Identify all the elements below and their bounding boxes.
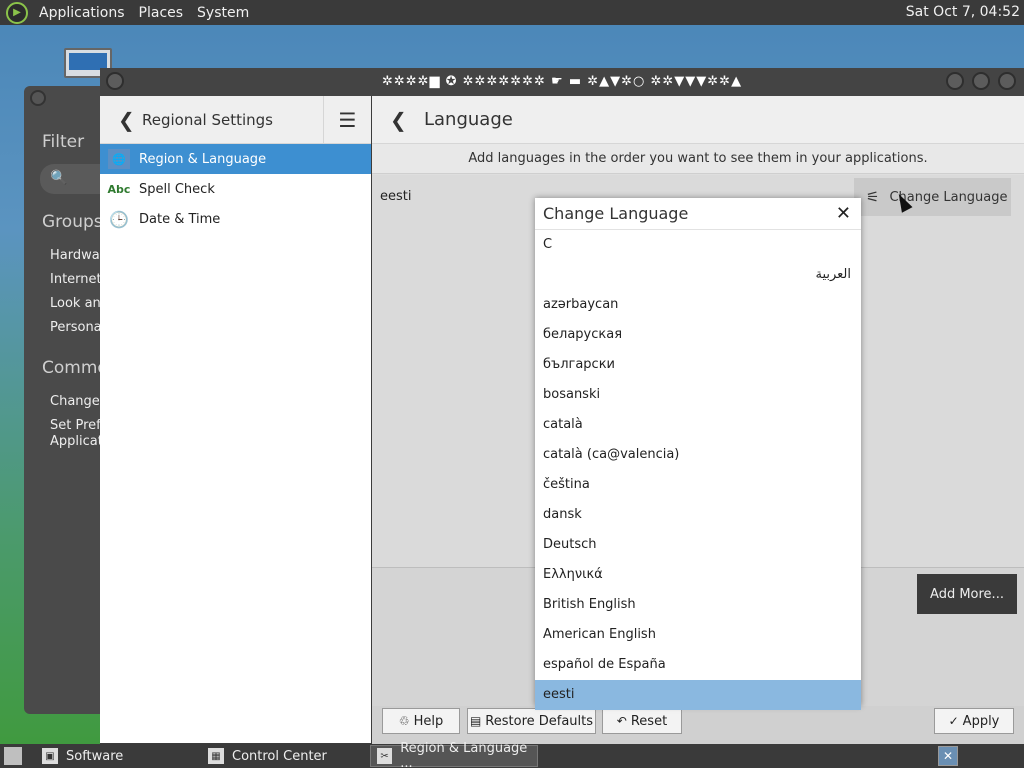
tray-tools-icon[interactable]: ✕ <box>938 746 958 766</box>
sidebar-item-region-language[interactable]: 🌐 Region & Language <box>100 144 371 174</box>
close-button[interactable] <box>998 72 1016 90</box>
task-software[interactable]: ▣ Software <box>36 745 196 767</box>
top-panel: ▶ Applications Places System Sat Oct 7, … <box>0 0 1024 25</box>
language-option[interactable]: català (ca@valencia) <box>535 440 861 470</box>
language-list: C العربية azərbaycan беларуская български bos… <box>535 230 861 710</box>
language-option[interactable]: eesti <box>535 680 861 710</box>
language-option[interactable]: American English <box>535 620 861 650</box>
sidebar-item-label: Region & Language <box>139 151 267 167</box>
check-icon: ✓ <box>948 714 959 728</box>
language-option[interactable]: bosanski <box>535 380 861 410</box>
language-option[interactable]: azərbaycan <box>535 290 861 320</box>
reset-label: Reset <box>630 713 668 729</box>
sidebar: ❮ Regional Settings ☰ 🌐 Region & Languag… <box>100 96 371 743</box>
distro-logo-icon[interactable]: ▶ <box>6 1 28 24</box>
help-label: Help <box>413 713 444 729</box>
clock[interactable]: Sat Oct 7, 04:52 <box>906 4 1020 20</box>
current-language[interactable]: eesti <box>380 189 411 204</box>
tools-icon: ✂ <box>377 748 393 764</box>
minimize-button[interactable] <box>946 72 964 90</box>
task-label: Region & Language ... <box>400 741 528 768</box>
sidebar-item-spell-check[interactable]: Abc Spell Check <box>100 174 371 204</box>
sidebar-item-date-time[interactable]: 🕒 Date & Time <box>100 204 371 234</box>
clock-icon: 🕒 <box>109 209 129 229</box>
sidebar-title: Regional Settings <box>142 110 274 129</box>
language-option[interactable]: British English <box>535 590 861 620</box>
language-option[interactable]: čeština <box>535 470 861 500</box>
change-language-button[interactable]: ⚟ Change Language <box>854 178 1011 216</box>
menu-applications[interactable]: Applications <box>32 5 132 21</box>
sliders-icon: ⚟ <box>866 188 880 206</box>
language-option[interactable]: беларуская <box>535 320 861 350</box>
task-control-center[interactable]: ▦ Control Center <box>202 745 366 767</box>
window-menu-button[interactable] <box>30 90 46 106</box>
language-option[interactable]: español de España <box>535 650 861 680</box>
change-language-dialog: Change Language ✕ C العربية azərbaycan бела… <box>535 198 861 710</box>
help-icon: ♲ <box>398 714 410 728</box>
groups-label: Groups <box>42 212 103 232</box>
window-titlebar[interactable]: ✲✲✲✲▆ ✪ ✲✲✲✲✲✲✲ ☛ ▬ ✲▲▼✲○ ✲✲▼▼▼✲✲▲ <box>100 68 1024 96</box>
add-more-button[interactable]: Add More... <box>917 574 1017 614</box>
page-title: Language <box>424 109 513 130</box>
globe-icon: 🌐 <box>108 149 130 169</box>
search-icon: 🔍 <box>50 170 68 186</box>
abc-icon: Abc <box>107 182 131 196</box>
undo-icon: ↶ <box>616 714 627 728</box>
back-chevron-icon[interactable]: ❮ <box>390 108 424 132</box>
restore-defaults-label: Restore Defaults <box>485 713 594 729</box>
button-bar: ♲ Help ▤ Restore Defaults ↶ Reset ✓ Apply <box>372 706 1024 744</box>
software-icon: ▣ <box>42 748 58 764</box>
hamburger-menu-icon[interactable]: ☰ <box>323 96 371 144</box>
help-button[interactable]: ♲ Help <box>382 708 460 734</box>
language-option[interactable]: العربية <box>535 260 861 290</box>
taskbar: ▣ Software ▦ Control Center ✂ Region & L… <box>0 741 1024 768</box>
hint-text: Add languages in the order you want to s… <box>372 144 1024 174</box>
common-label: Commo <box>42 358 108 378</box>
close-icon[interactable]: ✕ <box>836 203 851 224</box>
show-desktop-icon[interactable] <box>4 747 22 765</box>
sidebar-item-label: Date & Time <box>139 211 221 227</box>
task-label: Control Center <box>232 748 327 764</box>
language-option[interactable]: Ελληνικά <box>535 560 861 590</box>
language-option[interactable]: C <box>535 230 861 260</box>
control-center-icon: ▦ <box>208 748 224 764</box>
language-option[interactable]: Deutsch <box>535 530 861 560</box>
language-option[interactable]: dansk <box>535 500 861 530</box>
reset-button[interactable]: ↶ Reset <box>602 708 682 734</box>
task-region-language[interactable]: ✂ Region & Language ... <box>370 741 538 768</box>
back-chevron-icon[interactable]: ❮ <box>118 108 138 132</box>
apply-label: Apply <box>962 713 1000 729</box>
dialog-title: Change Language <box>543 204 689 223</box>
menu-places[interactable]: Places <box>132 5 191 21</box>
restore-defaults-button[interactable]: ▤ Restore Defaults <box>467 708 596 734</box>
language-option[interactable]: български <box>535 350 861 380</box>
apply-button[interactable]: ✓ Apply <box>934 708 1014 734</box>
sidebar-header: ❮ Regional Settings ☰ <box>100 96 371 144</box>
menu-system[interactable]: System <box>190 5 256 21</box>
content-header: ❮ Language <box>372 96 1024 144</box>
window-menu-button[interactable] <box>106 72 124 90</box>
sidebar-item-label: Spell Check <box>139 181 215 197</box>
restore-icon: ▤ <box>469 714 482 728</box>
language-option[interactable]: català <box>535 410 861 440</box>
filter-label: Filter <box>42 132 85 152</box>
task-label: Software <box>66 748 124 764</box>
maximize-button[interactable] <box>972 72 990 90</box>
dialog-header: Change Language ✕ <box>535 198 861 230</box>
